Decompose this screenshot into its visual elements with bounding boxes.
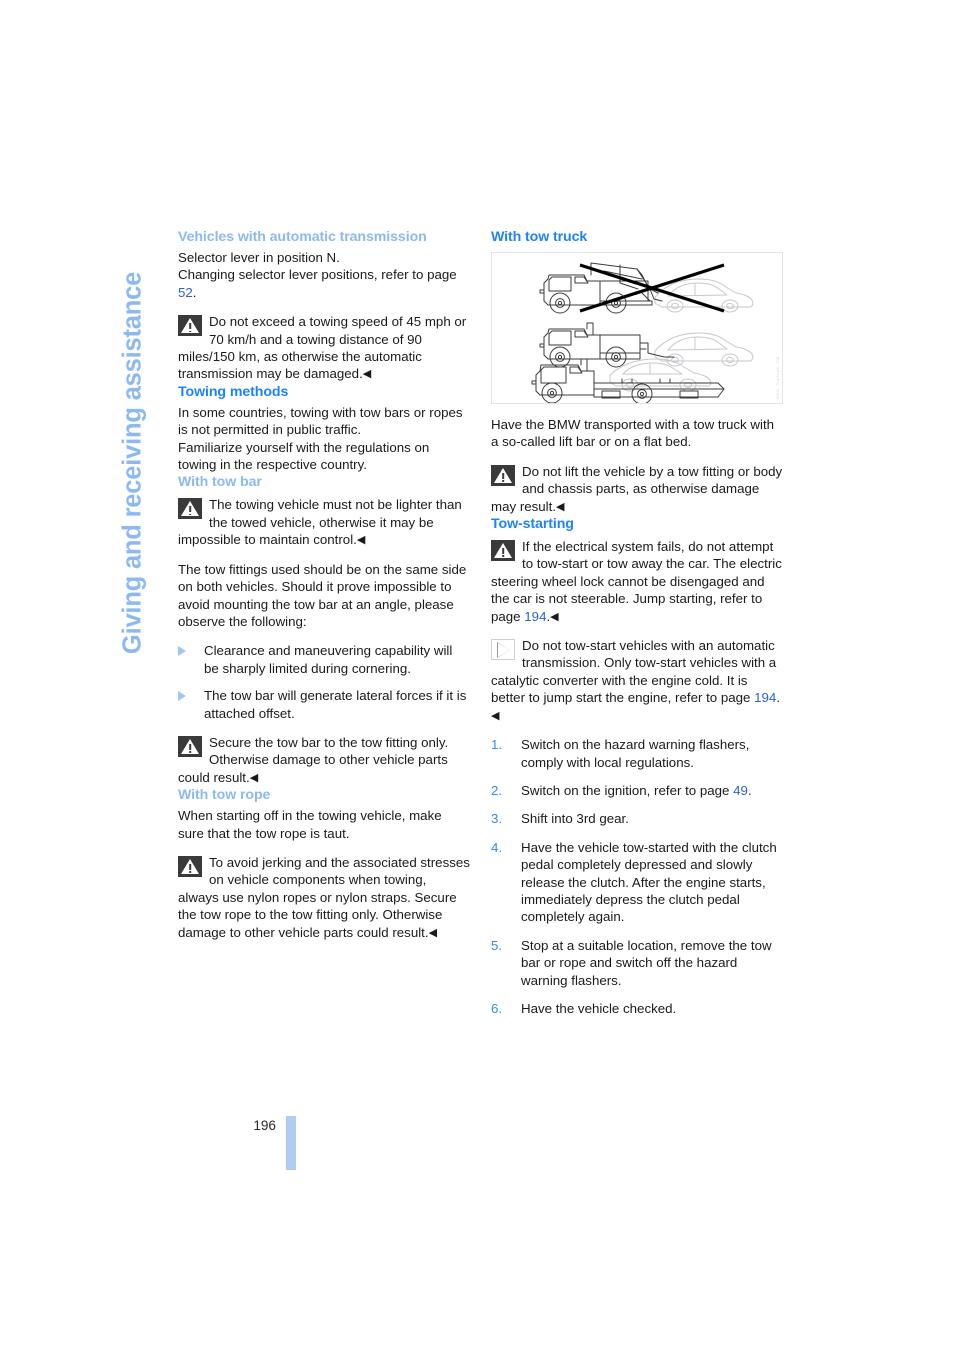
paragraph-towing-methods-2: Familiarize yourself with the regulation… bbox=[178, 439, 430, 473]
list-item: 4. Have the vehicle tow-started with the … bbox=[491, 839, 783, 926]
heading-with-tow-truck: With tow truck bbox=[491, 229, 588, 245]
end-mark: ◀ bbox=[550, 610, 559, 623]
list-item: Clearance and maneuvering capability wil… bbox=[178, 642, 470, 677]
triangle-bullet-icon bbox=[178, 646, 186, 657]
warning-towing-speed: Do not exceed a towing speed of 45 mph o… bbox=[178, 313, 470, 383]
warning-towing-speed-text: Do not exceed a towing speed of 45 mph o… bbox=[178, 314, 467, 382]
manual-page: Giving and receiving assistance Vehicles… bbox=[0, 0, 954, 1351]
step-number: 1. bbox=[491, 737, 503, 753]
end-mark: ◀ bbox=[362, 368, 372, 381]
period: . bbox=[747, 782, 752, 798]
triangle-bullet-icon bbox=[178, 691, 186, 702]
list-item-text: Clearance and maneuvering capability wil… bbox=[204, 643, 453, 676]
list-item: 2. Switch on the ignition, refer to page … bbox=[491, 782, 783, 799]
warning-triangle-icon bbox=[178, 735, 202, 757]
step-number: 2. bbox=[491, 782, 503, 798]
warning-triangle-icon bbox=[491, 540, 515, 562]
page-number: 196 bbox=[253, 1118, 276, 1133]
page-footer: 196 bbox=[178, 1108, 478, 1170]
warning-do-not-lift-text: Do not lift the vehicle by a tow fitting… bbox=[491, 463, 783, 514]
heading-towing-methods: Towing methods bbox=[178, 383, 289, 400]
right-column: With tow truck BMW_TowTruck_196 Have the… bbox=[491, 228, 783, 1017]
list-item: 6. Have the vehicle checked. bbox=[491, 1000, 783, 1017]
warning-nylon-ropes: To avoid jerking and the associated stre… bbox=[178, 854, 470, 941]
heading-vehicles-automatic-transmission: Vehicles with automatic transmission bbox=[178, 229, 427, 245]
warning-electrical-system-fails: If the electrical system fails, do not a… bbox=[491, 538, 783, 625]
paragraph-tow-rope-taut: When starting off in the towing vehicle,… bbox=[178, 808, 442, 841]
list-item: 1. Switch on the hazard warning flashers,… bbox=[491, 736, 783, 771]
step-text: Stop at a suitable location, remove the … bbox=[521, 937, 772, 988]
heading-tow-starting: Tow-starting bbox=[491, 516, 574, 533]
warning-triangle-icon bbox=[178, 315, 202, 337]
warning-towing-vehicle-weight-text: The towing vehicle must not be lighter t… bbox=[178, 497, 462, 548]
list-item: 5. Stop at a suitable location, remove th… bbox=[491, 937, 783, 989]
end-mark: ◀ bbox=[249, 771, 259, 784]
list-item: 3. Shift into 3rd gear. bbox=[491, 810, 783, 827]
paragraph-bmw-transported: Have the BMW transported with a tow truc… bbox=[491, 417, 775, 450]
text-changing-selector: Changing selector lever positions, refer… bbox=[178, 267, 457, 283]
tow-truck-illustration: BMW_TowTruck_196 bbox=[491, 252, 783, 404]
tow-starting-steps: 1. Switch on the hazard warning flashers,… bbox=[491, 736, 783, 1017]
heading-with-tow-rope: With tow rope bbox=[178, 787, 271, 804]
warning-do-not-lift: Do not lift the vehicle by a tow fitting… bbox=[491, 463, 783, 515]
note-do-not-tow-start-automatic: Do not tow-start vehicles with an automa… bbox=[491, 637, 783, 724]
warning-secure-tow-bar-text: Secure the tow bar to the tow fitting on… bbox=[178, 734, 449, 785]
step-number: 6. bbox=[491, 1000, 503, 1016]
warning-towing-vehicle-weight: The towing vehicle must not be lighter t… bbox=[178, 496, 470, 548]
warning-nylon-ropes-text: To avoid jerking and the associated stre… bbox=[178, 854, 470, 940]
warning-triangle-icon bbox=[491, 464, 515, 486]
note-tow-start-text: Do not tow-start vehicles with an automa… bbox=[491, 638, 777, 706]
page-link-49[interactable]: 49 bbox=[733, 783, 748, 798]
step-number: 5. bbox=[491, 937, 503, 953]
page-link-194-note[interactable]: 194 bbox=[754, 690, 776, 705]
paragraph-tow-fittings: The tow fittings used should be on the s… bbox=[178, 561, 467, 629]
chapter-tab-bar bbox=[286, 1116, 296, 1170]
left-column: Vehicles with automatic transmission Sel… bbox=[178, 228, 470, 941]
step-text: Have the vehicle checked. bbox=[521, 1000, 677, 1016]
step-text: Switch on the ignition, refer to page bbox=[521, 782, 734, 798]
page-link-194-warning[interactable]: 194 bbox=[524, 609, 546, 624]
tow-bar-bullet-list: Clearance and maneuvering capability wil… bbox=[178, 642, 470, 722]
paragraph-changing-selector-lever: Changing selector lever positions, refer… bbox=[178, 266, 470, 301]
step-number: 4. bbox=[491, 839, 503, 855]
step-text: Have the vehicle tow-started with the cl… bbox=[521, 839, 777, 925]
warning-triangle-icon bbox=[178, 498, 202, 520]
paragraph-selector-lever: Selector lever in position N. bbox=[178, 250, 340, 265]
note-play-icon bbox=[491, 639, 515, 661]
paragraph-towing-methods-1: In some countries, towing with tow bars … bbox=[178, 404, 463, 438]
step-number: 3. bbox=[491, 811, 503, 827]
page-link-52[interactable]: 52 bbox=[178, 285, 193, 300]
illustration-credit: BMW_TowTruck_196 bbox=[775, 356, 779, 399]
heading-with-tow-bar: With tow bar bbox=[178, 474, 262, 491]
list-item: The tow bar will generate lateral forces… bbox=[178, 687, 470, 722]
tow-truck-illustration-svg bbox=[531, 262, 754, 403]
warning-secure-tow-bar: Secure the tow bar to the tow fitting on… bbox=[178, 734, 470, 786]
end-mark: ◀ bbox=[428, 926, 438, 939]
period: . bbox=[776, 690, 781, 706]
step-text: Shift into 3rd gear. bbox=[521, 811, 629, 827]
chapter-title-vertical: Giving and receiving assistance bbox=[118, 271, 147, 655]
step-text: Switch on the hazard warning flashers, c… bbox=[521, 737, 750, 770]
end-mark: ◀ bbox=[491, 709, 500, 722]
end-mark: ◀ bbox=[356, 534, 366, 547]
warning-triangle-icon bbox=[178, 855, 202, 877]
end-mark: ◀ bbox=[556, 500, 565, 513]
list-item-text: The tow bar will generate lateral forces… bbox=[204, 688, 467, 721]
chapter-tab: Giving and receiving assistance bbox=[112, 228, 154, 698]
period: . bbox=[192, 284, 197, 300]
